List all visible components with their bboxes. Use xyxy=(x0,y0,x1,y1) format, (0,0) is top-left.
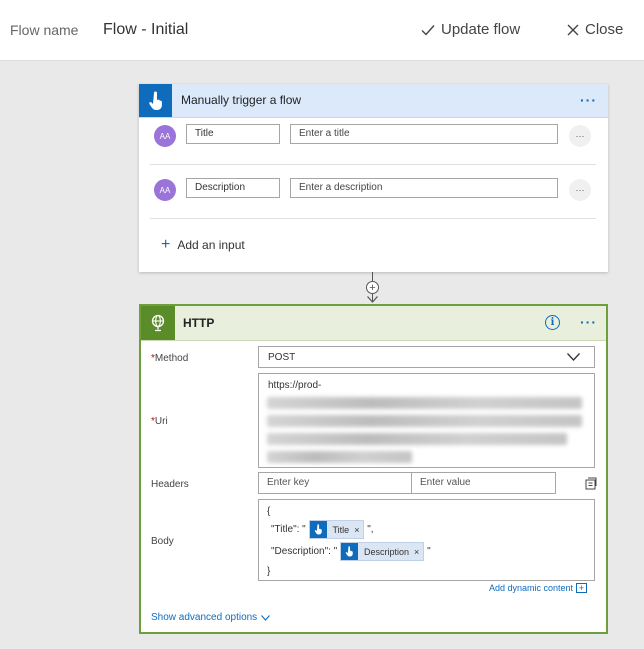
flow-name-input[interactable]: Flow - Initial xyxy=(103,21,188,39)
trigger-card-header[interactable]: Manually trigger a flow ··· xyxy=(139,84,608,118)
hand-pointer-icon xyxy=(309,521,327,538)
uri-input[interactable]: https://prod- xyxy=(258,373,595,468)
input-more-button[interactable]: ··· xyxy=(569,179,591,201)
redacted-text xyxy=(267,397,582,409)
input-value-field[interactable]: Enter a title xyxy=(290,124,558,144)
hand-pointer-icon xyxy=(341,543,359,560)
show-advanced-options-link[interactable]: Show advanced options xyxy=(151,612,271,623)
body-open-brace: { xyxy=(267,506,271,517)
dynamic-token-description[interactable]: Description × xyxy=(340,542,425,561)
method-label: *Method xyxy=(151,353,189,364)
globe-icon xyxy=(141,306,175,340)
headers-row: Enter key Enter value xyxy=(258,472,556,494)
plus-box-icon: + xyxy=(576,583,588,593)
insert-step-button[interactable]: + xyxy=(366,281,379,294)
input-more-button[interactable]: ··· xyxy=(569,125,591,147)
remove-token-icon[interactable]: × xyxy=(414,547,423,557)
chevron-down-icon xyxy=(261,614,271,621)
divider xyxy=(150,218,596,219)
input-value-field[interactable]: Enter a description xyxy=(290,178,558,198)
arrow-down-icon xyxy=(367,296,378,303)
body-description-line: "Description": " Description × " xyxy=(271,542,431,561)
add-dynamic-content-label: Add dynamic content xyxy=(489,583,574,593)
connector-line xyxy=(372,272,373,281)
trigger-input-row: AA Description Enter a description ··· xyxy=(150,172,596,212)
text-type-icon: AA xyxy=(154,125,176,147)
close-label: Close xyxy=(585,21,624,38)
header-key-input[interactable]: Enter key xyxy=(259,473,412,493)
input-name-field[interactable]: Title xyxy=(186,124,280,144)
divider xyxy=(150,164,596,165)
plus-icon: + xyxy=(369,281,376,294)
trigger-card-title: Manually trigger a flow xyxy=(181,93,302,107)
show-advanced-label: Show advanced options xyxy=(151,612,258,623)
trigger-more-button[interactable]: ··· xyxy=(580,92,597,108)
hand-pointer-icon xyxy=(139,84,172,117)
info-icon[interactable]: i xyxy=(545,315,560,330)
http-card-header[interactable]: HTTP i ··· xyxy=(141,306,606,341)
redacted-text xyxy=(267,433,567,445)
body-input[interactable]: { "Title": " Title × ", "Description": "… xyxy=(258,499,595,581)
http-more-button[interactable]: ··· xyxy=(580,314,597,330)
text-type-icon: AA xyxy=(154,179,176,201)
add-dynamic-content-button[interactable]: Add dynamic content + xyxy=(489,583,588,593)
header-value-input[interactable]: Enter value xyxy=(412,473,555,493)
body-title-line: "Title": " Title × ", xyxy=(271,520,374,539)
switch-to-text-mode-icon[interactable] xyxy=(585,477,597,490)
trigger-input-row: AA Title Enter a title ··· xyxy=(150,118,596,158)
checkmark-icon xyxy=(421,24,435,36)
uri-label: *Uri xyxy=(151,416,168,427)
http-card: HTTP i ··· *Method POST *Uri https://pro… xyxy=(139,304,608,634)
chevron-down-icon xyxy=(567,353,580,361)
close-icon xyxy=(567,24,579,35)
body-label: Body xyxy=(151,536,174,547)
add-input-button[interactable]: + Add an input xyxy=(161,236,245,254)
body-close-brace: } xyxy=(267,566,271,577)
plus-icon: + xyxy=(161,236,171,253)
uri-value: https://prod- xyxy=(268,380,322,391)
method-value: POST xyxy=(268,352,296,363)
flow-name-label: Flow name xyxy=(10,22,79,38)
remove-token-icon[interactable]: × xyxy=(354,525,363,535)
add-input-label: Add an input xyxy=(177,238,245,252)
update-flow-label: Update flow xyxy=(441,21,521,38)
http-card-title: HTTP xyxy=(183,316,215,330)
update-flow-button[interactable]: Update flow xyxy=(421,21,520,38)
dynamic-token-title[interactable]: Title × xyxy=(308,520,365,539)
redacted-text xyxy=(267,415,582,427)
method-select[interactable]: POST xyxy=(258,346,595,368)
input-name-field[interactable]: Description xyxy=(186,178,280,198)
trigger-card: Manually trigger a flow ··· AA Title Ent… xyxy=(139,84,608,272)
close-button[interactable]: Close xyxy=(567,21,623,38)
redacted-text xyxy=(267,451,412,463)
headers-label: Headers xyxy=(151,479,189,490)
top-bar: Flow name Flow - Initial Update flow Clo… xyxy=(0,0,644,61)
